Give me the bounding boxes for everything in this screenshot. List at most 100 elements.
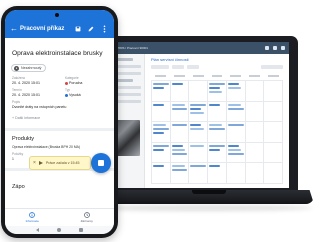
web-breadcrumb[interactable]: • T 780S / Pracovní 90001: [113, 46, 265, 50]
calendar-day-cell[interactable]: [170, 122, 190, 143]
calendar-day-cell[interactable]: [152, 163, 171, 184]
calendar-day-cell[interactable]: [245, 101, 265, 123]
calendar-event[interactable]: [171, 83, 183, 85]
calendar-day-cell[interactable]: [226, 142, 246, 164]
calendar-day-cell[interactable]: [189, 163, 209, 184]
calendar-day-cell[interactable]: [152, 101, 171, 123]
calendar-day-cell[interactable]: [245, 122, 265, 143]
calendar-day-cell[interactable]: [189, 122, 209, 143]
calendar-day-cell[interactable]: [245, 163, 265, 184]
user-icon[interactable]: [265, 46, 269, 50]
calendar-day-cell[interactable]: [189, 101, 209, 123]
calendar-day-cell[interactable]: [170, 163, 190, 184]
calendar-day-cell[interactable]: [170, 101, 190, 123]
calendar-event[interactable]: [227, 107, 244, 110]
calendar-day-cell[interactable]: [189, 81, 209, 102]
calendar-event[interactable]: [209, 165, 221, 168]
calendar-event[interactable]: [190, 124, 202, 127]
add-info-link[interactable]: + Další informace: [12, 116, 40, 120]
calendar-day-cell[interactable]: [189, 142, 209, 164]
calendar-event[interactable]: [171, 107, 188, 110]
calendar-event[interactable]: [190, 144, 204, 147]
calendar-day-cell[interactable]: [264, 142, 283, 164]
close-icon[interactable]: ×: [33, 160, 36, 166]
notes-title: Zápo: [12, 184, 25, 190]
calendar-event[interactable]: [209, 87, 221, 89]
home-icon[interactable]: [57, 228, 61, 232]
calendar-event[interactable]: [171, 169, 188, 172]
calendar-event[interactable]: [153, 103, 164, 106]
calendar-day-cell[interactable]: [152, 122, 171, 143]
calendar-event[interactable]: [171, 144, 183, 147]
calendar-event[interactable]: [190, 103, 207, 106]
calendar-day-cell[interactable]: [264, 101, 283, 123]
calendar-day-cell[interactable]: [226, 163, 246, 184]
recents-icon[interactable]: [79, 228, 83, 232]
calendar-day-cell[interactable]: [264, 81, 283, 102]
calendar-event[interactable]: [153, 132, 164, 135]
calendar-event[interactable]: [153, 144, 169, 147]
calendar-event[interactable]: [153, 124, 167, 127]
calendar-event[interactable]: [227, 144, 239, 147]
calendar-day-cell[interactable]: [264, 163, 283, 184]
laptop-mockup: • T 780S / Pracovní 90001 Plán servisní …: [92, 36, 314, 214]
calendar-event[interactable]: [171, 152, 188, 155]
calendar-event[interactable]: [190, 165, 207, 168]
calendar-event[interactable]: [227, 124, 244, 127]
calendar-day-cell[interactable]: [226, 122, 246, 143]
calendar-event[interactable]: [227, 87, 242, 89]
calendar-event[interactable]: [209, 144, 225, 147]
timer-toast[interactable]: × Práce začala v 15:45: [29, 156, 91, 170]
calendar-day-cell[interactable]: [152, 142, 171, 164]
bell-icon[interactable]: [273, 46, 277, 50]
calendar-event[interactable]: [153, 148, 164, 151]
calendar-day-cell[interactable]: [208, 122, 227, 143]
calendar-event[interactable]: [190, 107, 202, 110]
calendar-event[interactable]: [227, 103, 242, 106]
calendar-day-cell[interactable]: [245, 81, 265, 102]
calendar-day-cell[interactable]: [170, 142, 190, 164]
edit-icon[interactable]: [86, 24, 96, 34]
arrow-left-icon[interactable]: ←: [10, 24, 20, 33]
nav-item-records[interactable]: Záznamy: [60, 209, 115, 226]
calendar-day-cell[interactable]: [152, 81, 171, 102]
more-icon[interactable]: [99, 24, 109, 34]
calendar-event[interactable]: [171, 148, 186, 151]
calendar-day-cell[interactable]: [208, 163, 227, 184]
calendar-event[interactable]: [227, 152, 244, 155]
calendar-event[interactable]: [209, 91, 223, 93]
calendar-day-cell[interactable]: [208, 142, 227, 164]
stop-timer-button[interactable]: [91, 153, 111, 173]
calendar-event[interactable]: [171, 103, 186, 106]
calendar-event[interactable]: [209, 124, 223, 127]
calendar-event[interactable]: [153, 87, 164, 89]
calendar-event[interactable]: [171, 124, 188, 127]
calendar-event[interactable]: [209, 103, 221, 106]
back-icon[interactable]: [36, 228, 39, 232]
save-icon[interactable]: [73, 24, 83, 34]
calendar-event[interactable]: [153, 165, 164, 168]
calendar-event[interactable]: [209, 148, 221, 151]
calendar-day-cell[interactable]: [264, 122, 283, 143]
calendar-event[interactable]: [209, 128, 225, 131]
calendar-day-cell[interactable]: [226, 101, 246, 123]
calendar-event[interactable]: [227, 83, 239, 85]
timer-label: Práce začala v 15:45: [45, 161, 80, 165]
calendar-day-cell[interactable]: [208, 81, 227, 102]
menu-icon[interactable]: [281, 46, 285, 50]
calendar-day-cell[interactable]: [226, 81, 246, 102]
calendar-event[interactable]: [153, 128, 169, 131]
calendar-event[interactable]: [171, 165, 186, 168]
calendar-day-cell[interactable]: [208, 101, 227, 123]
calendar-event[interactable]: [190, 111, 204, 114]
nav-item-info[interactable]: Informace: [5, 209, 60, 226]
calendar-day-cell[interactable]: [245, 142, 265, 164]
calendar-day-cell[interactable]: [170, 81, 190, 102]
calendar-event[interactable]: [190, 128, 204, 131]
status-chip[interactable]: ● Nezahrnoutý: [11, 64, 47, 72]
calendar-event[interactable]: [227, 148, 242, 151]
product-line[interactable]: Oprava elektroinstalace (Bruska BPH 20 M…: [12, 145, 80, 149]
play-icon: [38, 161, 43, 165]
calendar-event[interactable]: [209, 83, 225, 85]
calendar-event[interactable]: [153, 83, 169, 85]
